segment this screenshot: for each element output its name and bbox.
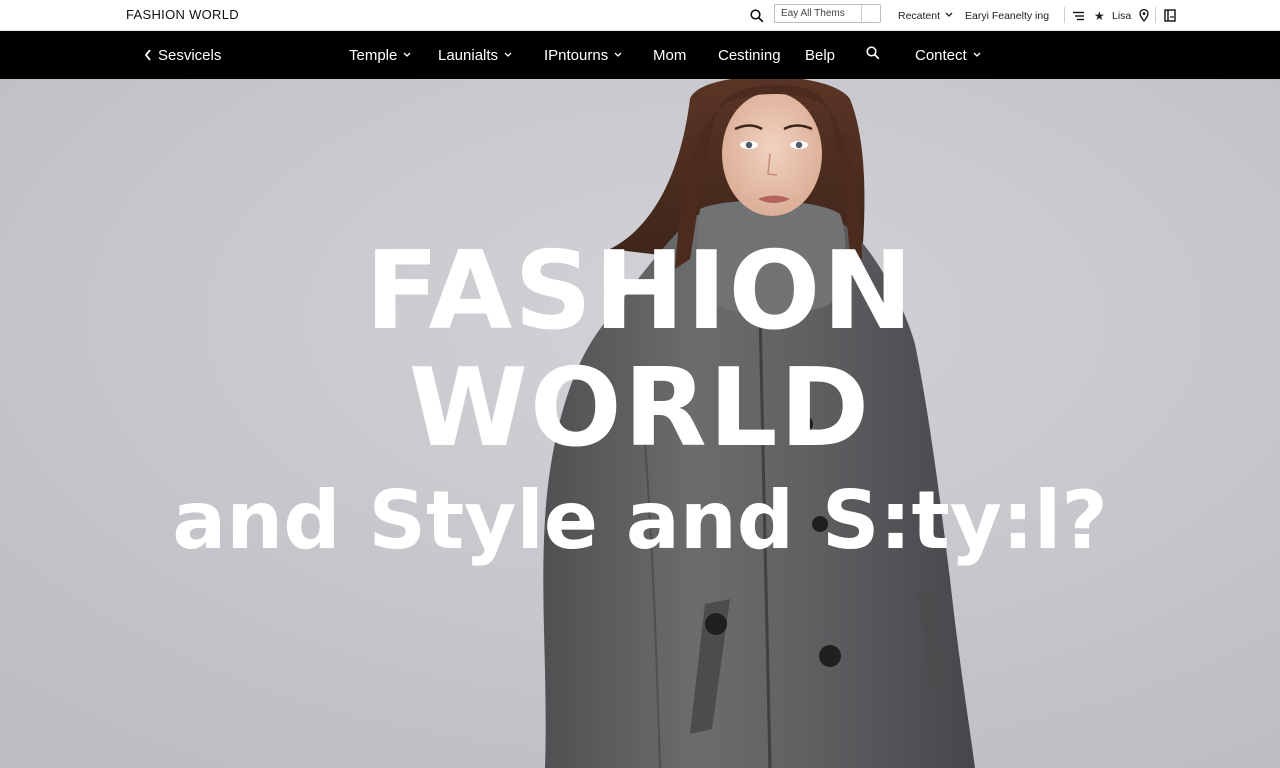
star-icon[interactable]: ★ [1094,0,1105,31]
chevron-down-icon [973,52,981,58]
search-divider [861,5,862,22]
nav-back-label: Sesvicels [158,46,222,64]
nav-back-services[interactable]: Sesvicels [144,31,221,79]
utility-bar: FASHION WORLD Recatent Earyi Feanelty in… [0,0,1280,31]
hero-title-line-1: FASHION [365,229,915,354]
nav-item-temple[interactable]: Temple [349,31,411,79]
chevron-left-icon [144,49,152,61]
nav-item-label: Mom [653,46,687,64]
nav-item-cestining[interactable]: Cestining [718,31,781,79]
early-link[interactable]: Earyi Feanelty ing [965,0,1049,31]
hero-banner: FASHION WORLD and Style and S:ty:l? [0,79,1280,768]
search-input[interactable] [774,4,881,23]
search-icon [866,46,880,64]
chevron-down-icon [403,52,411,58]
chevron-down-icon [504,52,512,58]
location-pin-icon[interactable] [1139,0,1149,31]
nav-search-button[interactable] [866,31,880,79]
chevron-down-icon [945,11,953,20]
brand-logo[interactable]: FASHION WORLD [126,7,239,22]
nav-item-label: Launialts [438,46,499,64]
hero-title-line-2: WORLD [408,346,872,471]
nav-item-label: Contect [915,46,967,64]
divider [1064,7,1065,23]
nav-item-ipntourns[interactable]: IPntourns [544,31,622,79]
account-link[interactable]: Lisa [1112,0,1131,31]
nav-item-label: Belp [805,46,836,64]
nav-item-launialts[interactable]: Launialts [438,31,512,79]
nav-item-label: Temple [349,46,398,64]
nav-item-contect[interactable]: Contect [915,31,981,79]
nav-item-mom[interactable]: Mom [653,31,686,79]
account-label: Lisa [1112,9,1132,22]
nav-item-belp[interactable]: Belp [805,31,835,79]
divider [1155,7,1156,23]
hero-subtitle: and Style and S:ty:l? [172,474,1108,567]
nav-item-label: Cestining [718,46,781,64]
main-nav: Sesvicels Temple Launialts IPntourns Mom… [0,31,1280,79]
chevron-down-icon [614,52,622,58]
book-icon[interactable] [1164,0,1176,31]
search-icon[interactable] [750,0,764,31]
recent-dropdown[interactable]: Recatent [898,0,953,31]
recent-label: Recatent [898,9,941,22]
menu-icon[interactable] [1073,0,1085,31]
early-label: Earyi Feanelty ing [965,9,1050,22]
nav-item-label: IPntourns [544,46,609,64]
